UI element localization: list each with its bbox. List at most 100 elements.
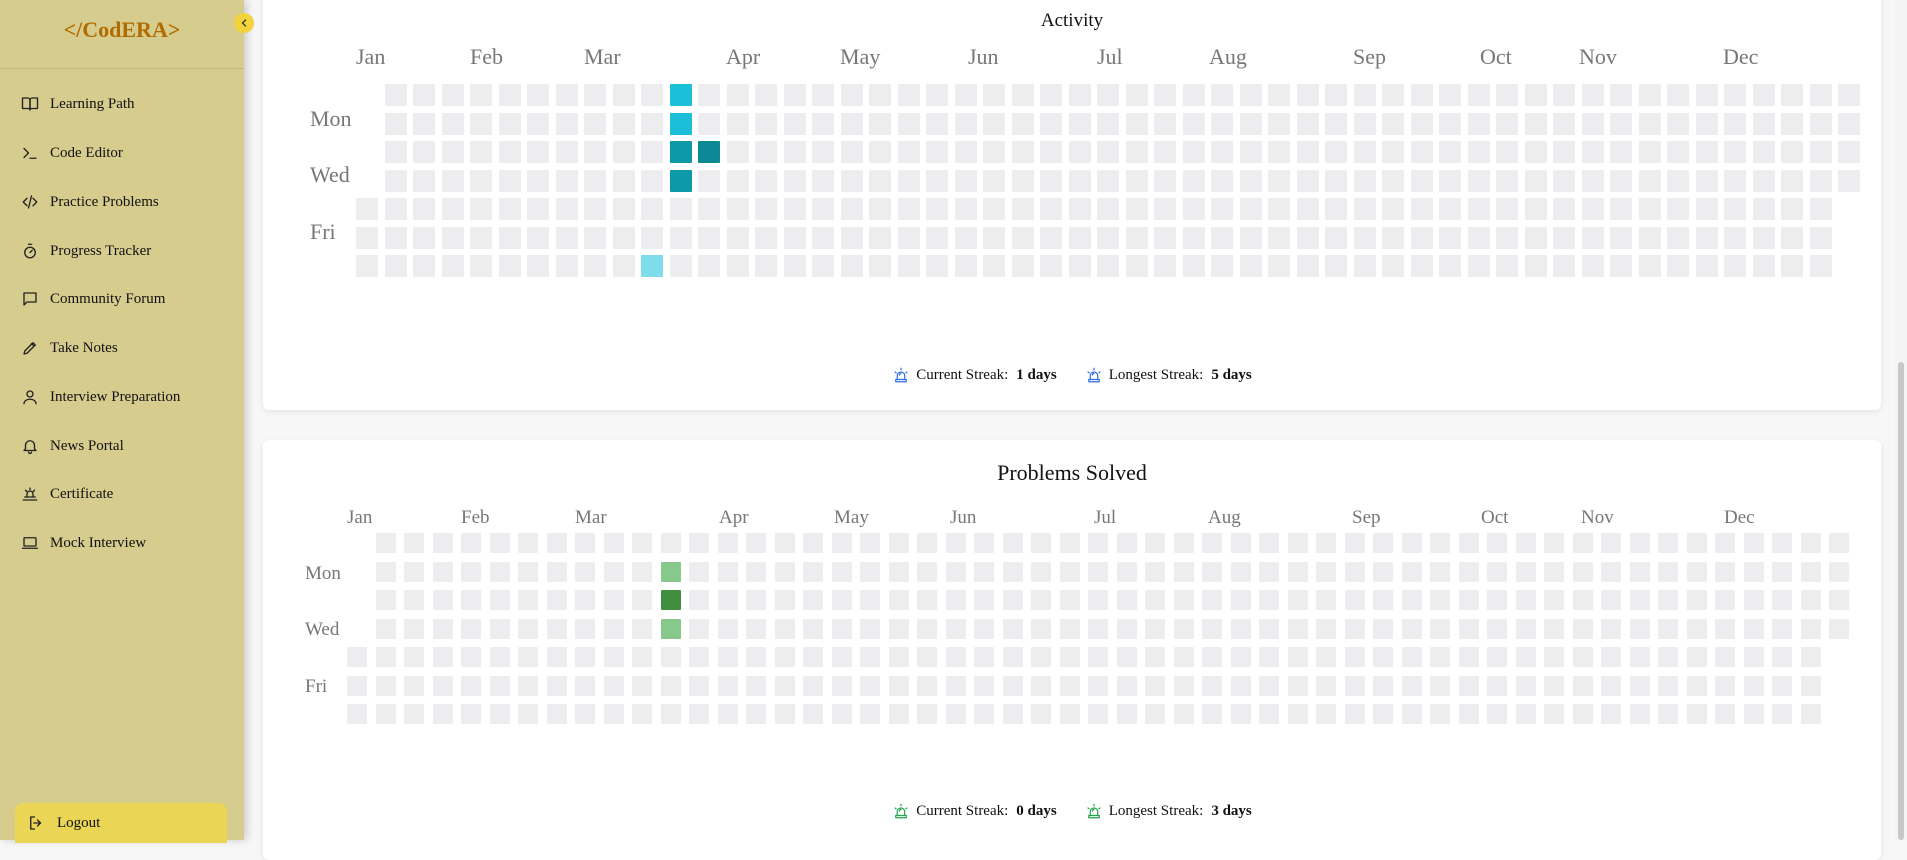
heatmap-cell[interactable] <box>1515 647 1536 667</box>
heatmap-cell[interactable] <box>1515 590 1536 610</box>
heatmap-cell[interactable] <box>1259 675 1279 696</box>
heatmap-cell[interactable] <box>356 226 378 249</box>
heatmap-cell[interactable] <box>1325 84 1347 106</box>
heatmap-cell[interactable] <box>1040 84 1062 106</box>
heatmap-cell[interactable] <box>575 704 595 724</box>
heatmap-cell[interactable] <box>1610 198 1632 220</box>
heatmap-cell[interactable] <box>1296 112 1319 135</box>
heatmap-cell[interactable] <box>1125 169 1148 192</box>
heatmap-cell[interactable] <box>660 647 681 667</box>
heatmap-cell[interactable] <box>1002 561 1023 582</box>
heatmap-cell[interactable] <box>1581 84 1604 106</box>
heatmap-cell[interactable] <box>774 704 795 724</box>
heatmap-cell[interactable] <box>1125 226 1148 249</box>
heatmap-cell[interactable] <box>1524 112 1547 135</box>
heatmap-cell[interactable] <box>1068 226 1091 249</box>
heatmap-cell[interactable] <box>1059 590 1080 610</box>
heatmap-cell[interactable] <box>1116 590 1137 610</box>
heatmap-cell[interactable] <box>926 112 948 135</box>
heatmap-cell[interactable] <box>384 198 407 220</box>
heatmap-cell[interactable] <box>632 675 652 696</box>
heatmap-cell[interactable] <box>1239 112 1262 135</box>
heatmap-cell[interactable] <box>632 590 652 610</box>
heatmap-cell[interactable] <box>1430 675 1450 696</box>
heatmap-cell[interactable] <box>869 112 891 135</box>
heatmap-cell[interactable] <box>1259 618 1279 639</box>
heatmap-cell[interactable] <box>1268 226 1290 249</box>
heatmap-cell[interactable] <box>888 561 909 582</box>
heatmap-cell[interactable] <box>489 618 510 639</box>
heatmap-cell[interactable] <box>840 112 863 135</box>
heatmap-cell[interactable] <box>1809 141 1832 163</box>
heatmap-cell[interactable] <box>1344 590 1365 610</box>
heatmap-cell[interactable] <box>803 561 823 582</box>
heatmap-cell[interactable] <box>603 618 624 639</box>
heatmap-cell[interactable] <box>831 533 852 553</box>
heatmap-cell[interactable] <box>812 169 834 192</box>
heatmap-cell[interactable] <box>1544 675 1564 696</box>
heatmap-cell[interactable] <box>555 141 578 163</box>
heatmap-cell[interactable] <box>1182 112 1205 135</box>
heatmap-cell[interactable] <box>1211 198 1233 220</box>
heatmap-cell[interactable] <box>717 675 738 696</box>
heatmap-cell[interactable] <box>461 561 481 582</box>
heatmap-cell[interactable] <box>498 226 521 249</box>
heatmap-cell[interactable] <box>1629 590 1650 610</box>
heatmap-cell[interactable] <box>575 590 595 610</box>
heatmap-cell[interactable] <box>917 561 937 582</box>
heatmap-cell[interactable] <box>546 533 567 553</box>
heatmap-cell[interactable] <box>897 112 920 135</box>
heatmap-cell[interactable] <box>432 561 453 582</box>
heatmap-cell[interactable] <box>698 84 720 106</box>
heatmap-cell[interactable] <box>1116 561 1137 582</box>
heatmap-cell[interactable] <box>860 618 880 639</box>
heatmap-cell[interactable] <box>974 561 994 582</box>
heatmap-cell[interactable] <box>945 647 966 667</box>
heatmap-cell[interactable] <box>461 704 481 724</box>
heatmap-cell[interactable] <box>527 141 549 163</box>
heatmap-cell[interactable] <box>869 141 891 163</box>
heatmap-cell[interactable] <box>413 255 435 277</box>
heatmap-cell[interactable] <box>888 704 909 724</box>
heatmap-cell[interactable] <box>1268 84 1290 106</box>
heatmap-cell[interactable] <box>584 198 606 220</box>
heatmap-cell[interactable] <box>1601 561 1621 582</box>
heatmap-cell[interactable] <box>1553 169 1575 192</box>
heatmap-cell[interactable] <box>1610 84 1632 106</box>
heatmap-cell[interactable] <box>518 675 538 696</box>
heatmap-cell[interactable] <box>1325 198 1347 220</box>
heatmap-cell[interactable] <box>926 198 948 220</box>
heatmap-cell[interactable] <box>1658 561 1678 582</box>
heatmap-cell[interactable] <box>1772 618 1792 639</box>
heatmap-cell[interactable] <box>1667 112 1689 135</box>
heatmap-cell[interactable] <box>755 255 777 277</box>
heatmap-cell[interactable] <box>1667 169 1689 192</box>
heatmap-cell[interactable] <box>603 647 624 667</box>
heatmap-cell[interactable] <box>1467 169 1490 192</box>
heatmap-cell[interactable] <box>1724 169 1746 192</box>
heatmap-cell[interactable] <box>1259 647 1279 667</box>
heatmap-cell[interactable] <box>1487 590 1507 610</box>
heatmap-cell[interactable] <box>926 84 948 106</box>
heatmap-cell[interactable] <box>1715 590 1735 610</box>
heatmap-cell[interactable] <box>1715 561 1735 582</box>
heatmap-cell[interactable] <box>1515 533 1536 553</box>
heatmap-cell[interactable] <box>603 590 624 610</box>
heatmap-cell[interactable] <box>1011 141 1034 163</box>
heatmap-cell[interactable] <box>1011 198 1034 220</box>
heatmap-cell[interactable] <box>441 84 464 106</box>
heatmap-cell[interactable] <box>1772 675 1792 696</box>
heatmap-cell[interactable] <box>555 84 578 106</box>
heatmap-cell[interactable] <box>498 141 521 163</box>
heatmap-cell[interactable] <box>1182 255 1205 277</box>
heatmap-cell[interactable] <box>356 255 378 277</box>
heatmap-cell[interactable] <box>1325 226 1347 249</box>
heatmap-cell[interactable] <box>812 255 834 277</box>
heatmap-cell[interactable] <box>375 675 396 696</box>
heatmap-cell[interactable] <box>518 704 538 724</box>
heatmap-cell[interactable] <box>632 647 652 667</box>
heatmap-cell[interactable] <box>1638 112 1661 135</box>
heatmap-cell[interactable] <box>1743 704 1764 724</box>
heatmap-cell[interactable] <box>404 561 424 582</box>
heatmap-cell[interactable] <box>1268 112 1290 135</box>
